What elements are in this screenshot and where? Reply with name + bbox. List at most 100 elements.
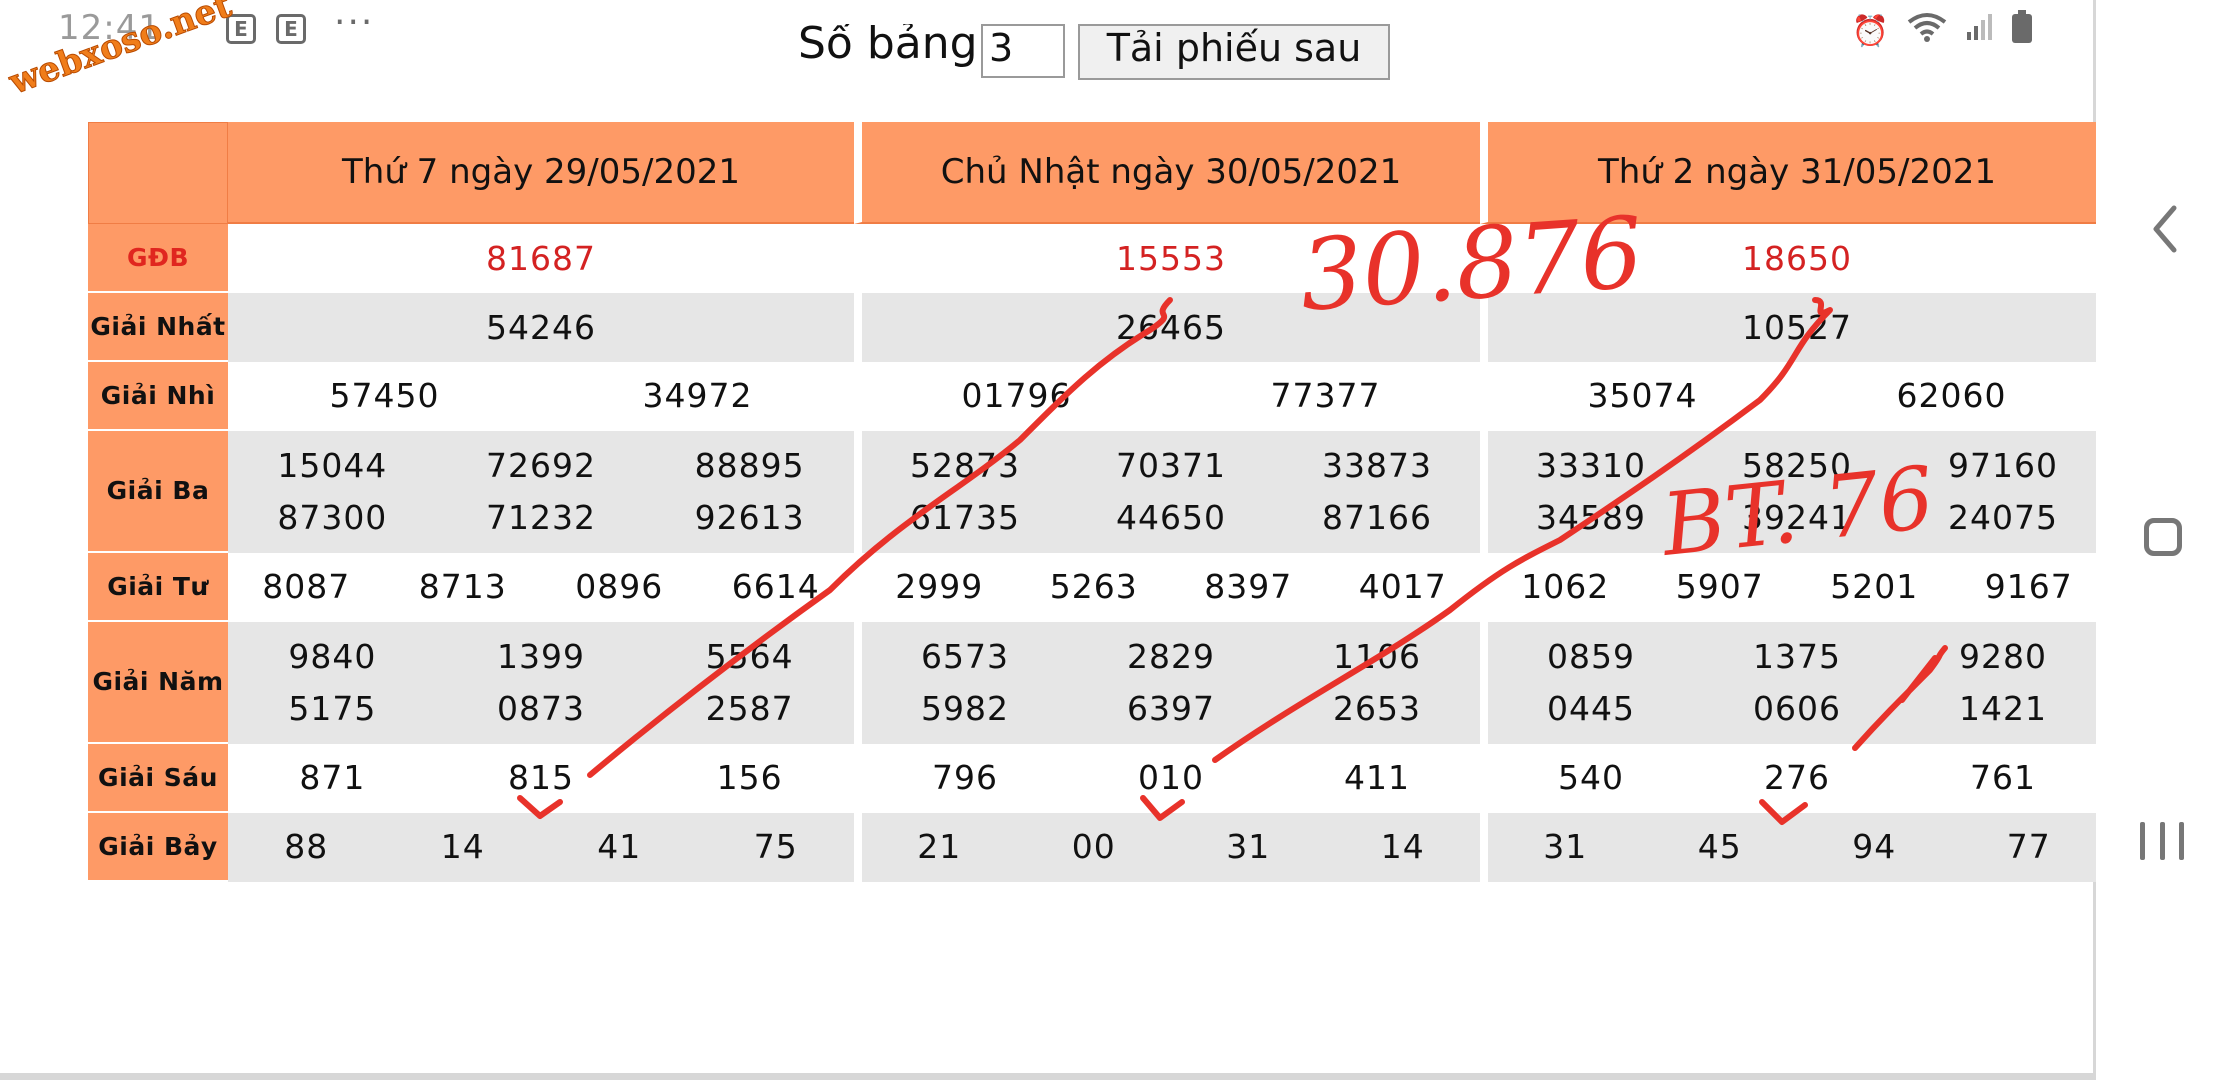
result-number: 411 — [1344, 758, 1410, 798]
result-number: 21 — [917, 827, 962, 867]
signal-icon — [1965, 12, 1993, 50]
result-number: 0873 — [497, 688, 585, 728]
result-number: 815 — [507, 758, 574, 798]
home-icon[interactable] — [2144, 518, 2182, 556]
result-number: 5982 — [921, 688, 1009, 728]
result-number: 2653 — [1333, 688, 1421, 728]
result-cell: 1062 5907 5201 9167 — [1480, 552, 2106, 622]
result-number: 1062 — [1521, 567, 1610, 607]
result-number: 61735 — [910, 497, 1020, 537]
result-number: 8087 — [262, 567, 351, 607]
result-number: 0859 — [1547, 636, 1635, 676]
result-cell: 81687 — [228, 223, 854, 293]
result-cell: 88 14 41 75 — [228, 812, 854, 882]
back-icon[interactable] — [2150, 204, 2180, 258]
result-number: 77 — [2006, 827, 2051, 867]
date-header: Chủ Nhật ngày 30/05/2021 — [854, 122, 1480, 224]
result-number: 540 — [1558, 758, 1624, 798]
result-number: 71232 — [486, 497, 596, 537]
result-number: 1106 — [1333, 636, 1421, 676]
result-number: 5175 — [288, 688, 377, 728]
result-number: 4017 — [1358, 567, 1447, 607]
prize-label-gdb: GĐB — [88, 223, 228, 293]
result-cell: 01796 77377 — [854, 361, 1480, 431]
reload-button[interactable]: Tải phiếu sau — [1078, 24, 1390, 80]
result-number: 57450 — [329, 376, 440, 416]
result-number: 94 — [1852, 827, 1897, 867]
handwritten-note-top: 30.876 — [1296, 196, 1647, 334]
result-number: 14 — [440, 827, 485, 867]
result-number: 276 — [1764, 758, 1830, 798]
result-number: 8397 — [1204, 567, 1293, 607]
result-cell: 15044 72692 88895 87300 71232 92613 — [228, 430, 854, 553]
result-number: 14 — [1380, 827, 1425, 867]
alarm-icon: ⏰ — [1851, 13, 1889, 49]
result-cell: 6573 2829 1106 5982 6397 2653 — [854, 621, 1480, 744]
result-cell: 57450 34972 — [228, 361, 854, 431]
result-number: 88 — [284, 827, 329, 867]
prize-row-tu: Giải Tư 8087 8713 0896 6614 2999 5263 8397 401… — [88, 552, 2106, 622]
result-number: 6397 — [1127, 688, 1215, 728]
result-cell: 35074 62060 — [1480, 361, 2106, 431]
result-number: 77377 — [1270, 376, 1381, 416]
prize-row-sau: Giải Sáu 871 815 156 796 010 411 540 276 761 — [88, 743, 2106, 813]
result-number: 62060 — [1896, 376, 2007, 416]
result-number: 1375 — [1753, 636, 1841, 676]
result-number: 8713 — [418, 567, 507, 607]
result-number: 5201 — [1830, 567, 1919, 607]
prize-row-bay: Giải Bảy 88 14 41 75 21 00 31 14 31 45 94 77 — [88, 812, 2106, 882]
result-number: 75 — [753, 827, 798, 867]
result-number: 156 — [716, 758, 783, 798]
battery-icon — [2011, 10, 2033, 52]
result-cell: 2999 5263 8397 4017 — [854, 552, 1480, 622]
result-number: 01796 — [961, 376, 1072, 416]
result-number: 9167 — [1984, 567, 2073, 607]
result-cell: 796 010 411 — [854, 743, 1480, 813]
result-number: 010 — [1138, 758, 1204, 798]
status-right-icons: ⏰ — [1852, 10, 2033, 52]
result-number: 1399 — [497, 636, 585, 676]
result-cell: 540 276 761 — [1480, 743, 2106, 813]
prize-row-nhat: Giải Nhất 54246 26465 10527 — [88, 292, 2106, 362]
table-controls: Số bảng 3 Tải phiếu sau — [798, 24, 1438, 84]
result-cell: 31 45 94 77 — [1480, 812, 2106, 882]
result-number: 92613 — [694, 497, 805, 537]
prize-label-nam: Giải Năm — [88, 621, 228, 744]
prize-label-tu: Giải Tư — [88, 552, 228, 622]
result-number: 31 — [1226, 827, 1271, 867]
result-number: 88895 — [694, 445, 805, 485]
so-bang-select[interactable]: 3 — [981, 24, 1065, 78]
result-number: 70371 — [1116, 445, 1226, 485]
result-cell: 21 00 31 14 — [854, 812, 1480, 882]
result-number: 15044 — [277, 445, 388, 485]
result-number: 6573 — [921, 636, 1009, 676]
result-cell: 52873 70371 33873 61735 44650 87166 — [854, 430, 1480, 553]
result-number: 1421 — [1959, 688, 2047, 728]
result-number: 2829 — [1127, 636, 1215, 676]
result-number: 5564 — [705, 636, 794, 676]
notification-e-icon: E — [276, 14, 306, 44]
result-number: 796 — [932, 758, 998, 798]
result-number: 0896 — [575, 567, 664, 607]
date-header-row: Thứ 7 ngày 29/05/2021 Chủ Nhật ngày 30/0… — [88, 122, 2106, 224]
date-header: Thứ 7 ngày 29/05/2021 — [228, 122, 854, 224]
result-cell: 54246 — [228, 292, 854, 362]
result-cell: 9840 1399 5564 5175 0873 2587 — [228, 621, 854, 744]
prize-label-nhat: Giải Nhất — [88, 292, 228, 362]
recents-icon[interactable] — [2140, 822, 2184, 860]
result-number: 41 — [597, 827, 642, 867]
result-number: 6614 — [731, 567, 820, 607]
prize-label-ba: Giải Ba — [88, 430, 228, 553]
prize-row-gdb: GĐB 81687 15553 18650 — [88, 223, 2106, 293]
result-number: 87166 — [1322, 497, 1432, 537]
result-number: 34972 — [642, 376, 753, 416]
result-number: 9840 — [288, 636, 377, 676]
corner-cell — [88, 122, 228, 224]
result-number: 871 — [299, 758, 366, 798]
result-number: 35074 — [1587, 376, 1698, 416]
prize-row-nam: Giải Năm 9840 1399 5564 5175 0873 2587 6573 28… — [88, 621, 2106, 744]
result-number: 87300 — [277, 497, 388, 537]
result-cell: 871 815 156 — [228, 743, 854, 813]
result-number: 33873 — [1322, 445, 1432, 485]
result-number: 31 — [1543, 827, 1588, 867]
